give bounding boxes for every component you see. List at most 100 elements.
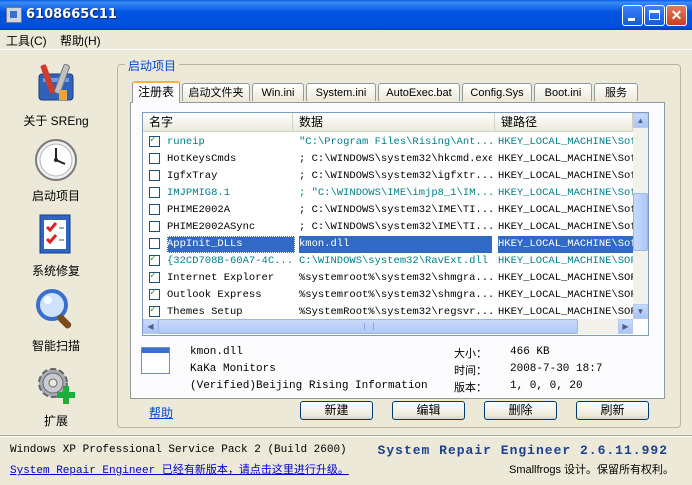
row-checkbox[interactable] (149, 238, 160, 249)
nav-item-extend[interactable]: 扩展 (14, 362, 98, 429)
nav-label-about: 关于 SREng (23, 114, 89, 128)
tab-win-ini[interactable]: Win.ini (252, 83, 304, 101)
nav-item-scan[interactable]: 智能扫描 (14, 287, 98, 354)
column-header-data[interactable]: 数据 (293, 113, 495, 131)
row-name: IMJPMIG8.1 (167, 187, 231, 199)
tab-startup-folder[interactable]: 启动文件夹 (182, 83, 250, 101)
row-checkbox[interactable] (149, 253, 160, 266)
tab-services[interactable]: 服务 (594, 83, 638, 101)
row-data: ; C:\WINDOWS\system32\IME\TI... (299, 204, 492, 216)
row-name: runeip (167, 136, 205, 148)
row-data: ; C:\WINDOWS\system32\igfxtr... (299, 170, 492, 182)
row-name: IgfxTray (167, 170, 218, 182)
product-version: System Repair Engineer 2.6.11.992 (377, 443, 668, 458)
row-data: C:\WINDOWS\system32\RavExt.dll (299, 255, 489, 267)
help-link[interactable]: 帮助 (149, 404, 173, 421)
file-icon (141, 347, 170, 374)
scroll-up-button[interactable]: ▲ (633, 113, 648, 128)
toolbox-icon (33, 62, 79, 108)
menu-bar: 工具(C) 帮助(H) (0, 30, 692, 50)
column-header-path[interactable]: 键路径 (495, 113, 633, 131)
table-row[interactable]: PHIME2002ASync ; C:\WINDOWS\system32\IME\… (143, 219, 633, 236)
update-link[interactable]: System Repair Engineer 已经有新版本，请点击这里进行升级。 (10, 461, 349, 477)
row-checkbox[interactable] (149, 287, 160, 300)
horizontal-scrollbar[interactable]: ◀ ▶ (143, 319, 633, 334)
row-data: "C:\Program Files\Rising\Ant... (299, 136, 492, 148)
row-checkbox[interactable] (149, 170, 160, 181)
delete-button[interactable]: 删除 (484, 401, 557, 420)
table-row[interactable]: AppInit_DLLs kmon.dll HKEY_LOCAL_MACHINE\S… (143, 236, 633, 253)
row-checkbox[interactable] (149, 221, 160, 232)
refresh-button[interactable]: 刷新 (576, 401, 649, 420)
edit-button[interactable]: 编辑 (392, 401, 465, 420)
detail-size-label: 大小： (454, 348, 487, 360)
os-status: Windows XP Professional Service Pack 2 (… (10, 444, 347, 456)
detail-signature: (Verified)Beijing Rising Information (190, 380, 428, 392)
close-icon: ✕ (670, 7, 683, 23)
copyright: Smallfrogs 设计。保留所有权利。 (508, 464, 674, 476)
row-checkbox[interactable] (149, 153, 160, 164)
detail-version-label: 版本： (454, 382, 487, 394)
menu-tools[interactable]: 工具(C) (6, 32, 47, 49)
table-row[interactable]: HotKeysCmds ; C:\WINDOWS\system32\hkcmd.e… (143, 151, 633, 168)
nav-item-about[interactable]: 关于 SREng (14, 62, 98, 129)
gear-plus-icon (33, 362, 79, 408)
tab-registry[interactable]: 注册表 (132, 81, 180, 103)
row-path: HKEY_LOCAL_MACHINE\Sof (498, 236, 633, 253)
row-name: Internet Explorer (167, 272, 275, 284)
app-icon (6, 7, 22, 23)
menu-help[interactable]: 帮助(H) (60, 32, 101, 49)
list-rows: runeip "C:\Program Files\Rising\Ant... HKE… (143, 134, 633, 321)
scroll-left-button[interactable]: ◀ (143, 319, 158, 334)
scroll-right-button[interactable]: ▶ (618, 319, 633, 334)
row-path: HKEY_LOCAL_MACHINE\Sof (498, 221, 633, 233)
maximize-icon (649, 10, 660, 20)
row-path: HKEY_LOCAL_MACHINE\Sof (498, 187, 633, 199)
table-row[interactable]: {32CD708B-60A7-4C... C:\WINDOWS\system32\… (143, 253, 633, 270)
tab-autoexec-bat[interactable]: AutoExec.bat (378, 83, 460, 101)
minimize-button[interactable] (622, 5, 643, 26)
table-row[interactable]: Outlook Express %systemroot%\system32\shm… (143, 287, 633, 304)
row-checkbox[interactable] (149, 134, 160, 147)
table-row[interactable]: PHIME2002A ; C:\WINDOWS\system32\IME\TI..… (143, 202, 633, 219)
nav-label-scan: 智能扫描 (31, 339, 80, 353)
row-data: %systemroot%\system32\shmgra... (299, 289, 492, 301)
scroll-down-button[interactable]: ▼ (633, 304, 648, 319)
close-button[interactable]: ✕ (666, 5, 687, 26)
row-path: HKEY_LOCAL_MACHINE\SOF (498, 272, 633, 284)
vertical-scroll-thumb[interactable] (633, 193, 648, 251)
row-data: ; C:\WINDOWS\system32\hkcmd.exe (299, 153, 492, 165)
tab-config-sys[interactable]: Config.Sys (462, 83, 532, 101)
startup-list[interactable]: 名字 数据 键路径 runeip "C:\Program Files\Rising… (142, 112, 649, 336)
checklist-icon (33, 212, 79, 258)
table-row[interactable]: IMJPMIG8.1 ; "C:\WINDOWS\IME\imjp8_1\IM..… (143, 185, 633, 202)
row-checkbox[interactable] (149, 304, 160, 317)
column-header-name[interactable]: 名字 (143, 113, 293, 131)
group-title: 启动项目 (125, 57, 180, 74)
row-checkbox[interactable] (149, 204, 160, 215)
detail-size: 466 KB (510, 346, 550, 358)
divider (0, 435, 692, 437)
maximize-button[interactable] (644, 5, 665, 26)
new-button[interactable]: 新建 (300, 401, 373, 420)
nav-item-repair[interactable]: 系统修复 (14, 212, 98, 279)
tab-boot-ini[interactable]: Boot.ini (534, 83, 592, 101)
clock-icon (33, 137, 79, 183)
row-data: ; C:\WINDOWS\system32\IME\TI... (299, 221, 492, 233)
vertical-scrollbar[interactable]: ▲ ▼ (633, 113, 648, 319)
row-name: PHIME2002A (167, 204, 231, 216)
horizontal-scroll-thumb[interactable] (158, 319, 578, 334)
table-row[interactable]: IgfxTray ; C:\WINDOWS\system32\igfxtr... H… (143, 168, 633, 185)
nav-item-startup[interactable]: 启动项目 (14, 137, 98, 204)
tab-system-ini[interactable]: System.ini (306, 83, 376, 101)
detail-time-label: 时间： (454, 365, 487, 377)
table-row[interactable]: Internet Explorer %systemroot%\system32\s… (143, 270, 633, 287)
row-checkbox[interactable] (149, 187, 160, 198)
row-checkbox[interactable] (149, 270, 160, 283)
row-name: AppInit_DLLs (167, 236, 295, 253)
row-name: PHIME2002ASync (167, 221, 256, 233)
row-data: ; "C:\WINDOWS\IME\imjp8_1\IM... (299, 187, 492, 199)
nav-label-startup: 启动项目 (31, 189, 80, 203)
table-row[interactable]: runeip "C:\Program Files\Rising\Ant... HKE… (143, 134, 633, 151)
row-path: HKEY_LOCAL_MACHINE\Sof (498, 153, 633, 165)
